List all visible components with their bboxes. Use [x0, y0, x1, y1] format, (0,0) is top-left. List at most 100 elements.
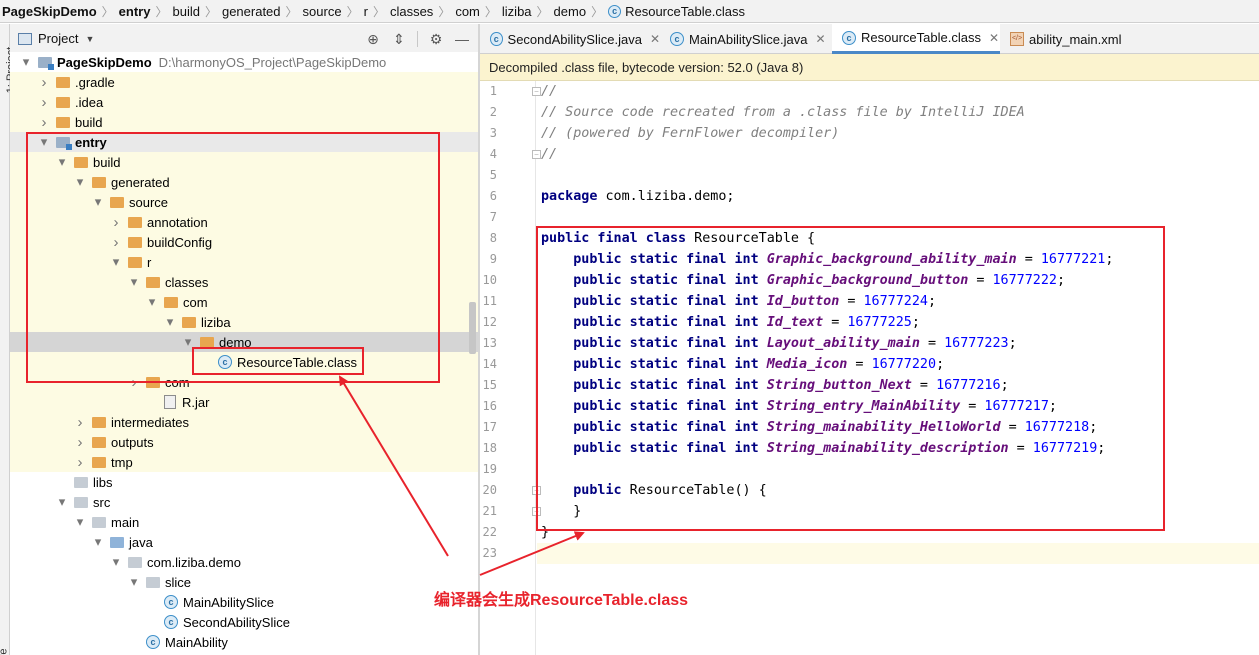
fold-marker-icon[interactable]: −	[532, 150, 541, 159]
tab-ability-main-xml[interactable]: </> ability_main.xml	[1000, 24, 1140, 54]
tab-mainabilityslice-java[interactable]: c MainAbilitySlice.java ✕	[660, 24, 832, 54]
line-number: 4	[489, 147, 497, 161]
breadcrumb-item[interactable]: generated	[222, 4, 281, 19]
close-icon[interactable]: ✕	[816, 32, 826, 46]
tree-node[interactable]: ▾ source	[10, 192, 478, 212]
chevron-down-icon[interactable]: ▾	[182, 334, 194, 350]
close-icon[interactable]: ✕	[650, 32, 660, 46]
tree-node[interactable]: ▾ entry	[10, 132, 478, 152]
chevron-down-icon[interactable]: ▾	[110, 254, 122, 270]
chevron-right-icon[interactable]: ›	[74, 454, 86, 471]
code-editor[interactable]: 1 2 3 4 5 6 7 8 9 10 11 12 13 14 15 16 17 18 19 20 21 22 23 //…	[480, 81, 1259, 655]
tree-node[interactable]: › buildConfig	[10, 232, 478, 252]
tree-node[interactable]: › tmp	[10, 452, 478, 472]
chevron-down-icon[interactable]: ▾	[74, 514, 86, 530]
chevron-right-icon[interactable]: ›	[38, 94, 50, 111]
breadcrumb-item[interactable]: PageSkipDemo	[2, 4, 97, 19]
folder-icon	[128, 256, 142, 268]
chevron-down-icon[interactable]: ▾	[74, 174, 86, 190]
code-line: public static final int Graphic_backgrou…	[541, 270, 1065, 291]
fold-marker-icon[interactable]: −	[532, 486, 541, 495]
chevron-down-icon[interactable]: ▾	[146, 294, 158, 310]
breadcrumb-item[interactable]: r	[364, 4, 368, 19]
fold-marker-icon[interactable]: −	[532, 507, 541, 516]
tree-node[interactable]: › intermediates	[10, 412, 478, 432]
tree-node[interactable]: ▾ PageSkipDemo D:\harmonyOS_Project\PageSk…	[10, 52, 478, 72]
tab-resourcetable-class[interactable]: c ResourceTable.class ✕	[832, 24, 1000, 54]
collapse-all-icon[interactable]: ⇕	[391, 30, 407, 48]
tree-node[interactable]: libs	[10, 472, 478, 492]
breadcrumb-item[interactable]: entry	[119, 4, 151, 19]
tree-node[interactable]: › build	[10, 112, 478, 132]
tree-node[interactable]: ▾ java	[10, 532, 478, 552]
chevron-right-icon[interactable]: ›	[38, 74, 50, 91]
tree-node[interactable]: ▾ slice	[10, 572, 478, 592]
tree-node[interactable]: › outputs	[10, 432, 478, 452]
tree-node-label: classes	[165, 274, 209, 290]
chevron-right-icon[interactable]: ›	[38, 114, 50, 131]
chevron-down-icon[interactable]: ▾	[56, 494, 68, 510]
chevron-down-icon[interactable]: ▾	[20, 54, 32, 70]
tree-node[interactable]: ▾ classes	[10, 272, 478, 292]
code-line: public static final int Id_button = 1677…	[541, 291, 936, 312]
code-field-name: Layout_ability_main	[766, 336, 920, 351]
gear-icon[interactable]: ⚙	[428, 30, 444, 48]
tree-node[interactable]: ▾ generated	[10, 172, 478, 192]
tree-node[interactable]: ▾ liziba	[10, 312, 478, 332]
tree-node[interactable]: ▾ main	[10, 512, 478, 532]
chevron-down-icon[interactable]: ▾	[38, 134, 50, 150]
breadcrumb-item[interactable]: liziba	[502, 4, 532, 19]
chevron-down-icon[interactable]: ▾	[128, 574, 140, 590]
code-keyword: public static final int	[573, 315, 759, 330]
breadcrumb-item[interactable]: com	[455, 4, 480, 19]
line-number: 7	[489, 210, 497, 224]
chevron-right-icon[interactable]: ›	[110, 234, 122, 251]
tab-secondabilityslice-java[interactable]: c SecondAbilitySlice.java ✕	[480, 24, 660, 54]
code-field-name: String_mainability_description	[766, 441, 1009, 456]
tree-node[interactable]: ▾ com.liziba.demo	[10, 552, 478, 572]
project-view-selector[interactable]: Project ▼	[18, 31, 94, 46]
tree-node[interactable]: ▾ r	[10, 252, 478, 272]
chevron-down-icon[interactable]: ▾	[128, 274, 140, 290]
tree-node[interactable]: › .idea	[10, 92, 478, 112]
tree-node[interactable]: c MainAbility	[10, 632, 478, 652]
chevron-down-icon[interactable]: ▾	[56, 154, 68, 170]
fold-marker-icon[interactable]: −	[532, 87, 541, 96]
breadcrumb-separator-icon: 〉	[591, 4, 604, 19]
tree-node[interactable]: ▾ demo	[10, 332, 478, 352]
close-icon[interactable]: ✕	[989, 31, 999, 45]
tree-node[interactable]: c SecondAbilitySlice	[10, 612, 478, 632]
structure-tool-button[interactable]: ture	[0, 649, 9, 655]
tree-node[interactable]: › com	[10, 372, 478, 392]
tree-node[interactable]: ▾ build	[10, 152, 478, 172]
chevron-down-icon[interactable]: ▾	[92, 534, 104, 550]
chevron-right-icon[interactable]: ›	[110, 214, 122, 231]
code-semicolon: ;	[1000, 378, 1009, 393]
breadcrumb-item[interactable]: classes	[390, 4, 433, 19]
hide-icon[interactable]: —	[454, 30, 470, 48]
chevron-down-icon[interactable]: ▾	[110, 554, 122, 570]
locate-icon[interactable]: ⊕	[365, 30, 381, 48]
tree-node[interactable]: R.jar	[10, 392, 478, 412]
folder-icon	[200, 336, 214, 348]
tree-node[interactable]: ▾ com	[10, 292, 478, 312]
tree-node[interactable]: c ResourceTable.class	[10, 352, 478, 372]
tree-node[interactable]: ▾ src	[10, 492, 478, 512]
tree-node[interactable]: c MainAbilitySlice	[10, 592, 478, 612]
breadcrumb-item[interactable]: source	[303, 4, 342, 19]
chevron-down-icon[interactable]: ▾	[92, 194, 104, 210]
chevron-right-icon[interactable]: ›	[74, 414, 86, 431]
code-number: 16777216	[936, 378, 1001, 393]
breadcrumb-item[interactable]: build	[172, 4, 199, 19]
breadcrumb-item[interactable]: c ResourceTable.class	[608, 4, 745, 19]
tree-node[interactable]: › annotation	[10, 212, 478, 232]
chevron-right-icon[interactable]: ›	[74, 434, 86, 451]
tree-node[interactable]: › .gradle	[10, 72, 478, 92]
breadcrumb-item[interactable]: demo	[554, 4, 587, 19]
folder-icon	[146, 376, 160, 388]
module-folder-icon	[38, 56, 54, 70]
chevron-down-icon[interactable]: ▾	[164, 314, 176, 330]
chevron-right-icon[interactable]: ›	[128, 374, 140, 391]
